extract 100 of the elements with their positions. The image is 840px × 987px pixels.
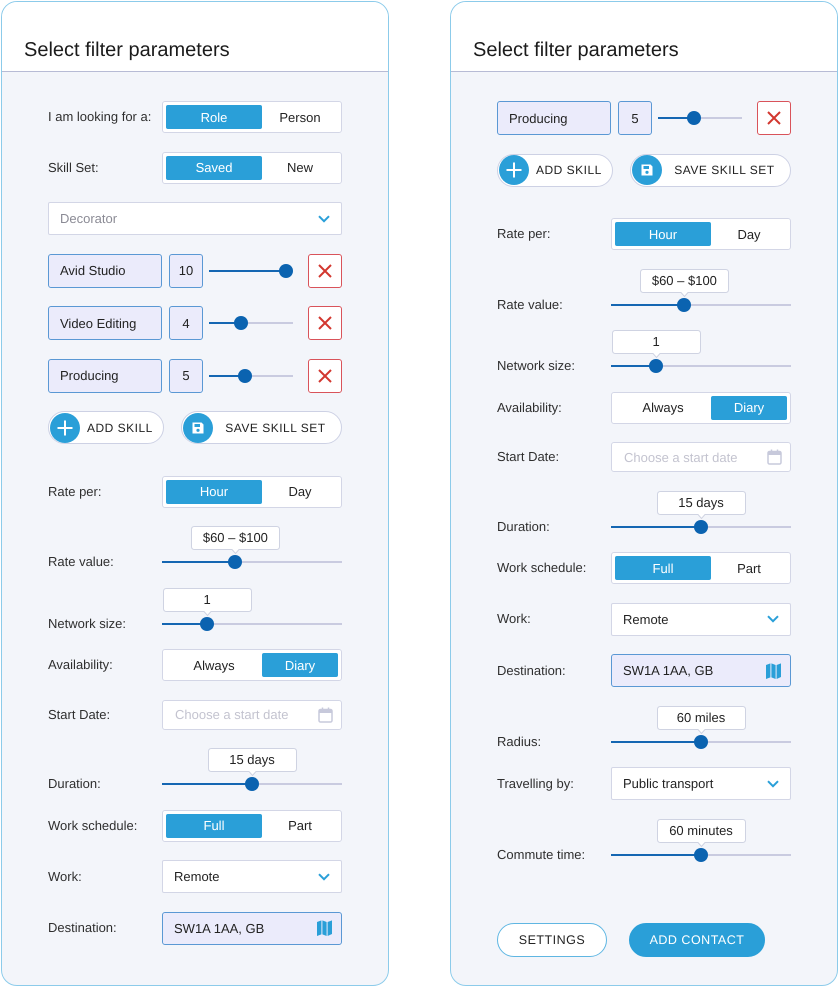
chevron-down-icon — [318, 872, 330, 880]
slider-thumb[interactable] — [687, 111, 702, 125]
slider-thumb[interactable] — [649, 359, 664, 373]
skill-level-field[interactable]: 10 — [169, 254, 203, 288]
outline-button[interactable]: SETTINGS — [497, 923, 607, 957]
map-icon — [766, 662, 781, 678]
field-label: Work: — [48, 868, 82, 884]
slider-track[interactable] — [611, 298, 791, 312]
field-label: I am looking for a: — [48, 109, 152, 125]
skill-level-field[interactable]: 4 — [169, 306, 203, 340]
slider-thumb[interactable] — [694, 734, 708, 748]
dropdown[interactable]: Remote — [162, 860, 342, 893]
slider-track[interactable] — [611, 359, 791, 373]
slider-track[interactable] — [658, 111, 742, 125]
floppy-disk-icon — [182, 412, 213, 442]
field-label: Rate value: — [497, 296, 563, 312]
slider-track[interactable] — [162, 616, 342, 630]
slider-track[interactable] — [162, 777, 342, 791]
remove-skill-button[interactable] — [308, 358, 342, 392]
location-field[interactable]: SW1A 1AA, GB — [162, 912, 342, 944]
field-label: Network size: — [497, 358, 576, 374]
add-skill-button[interactable]: ADD SKILL — [497, 154, 613, 186]
chevron-down-icon — [767, 780, 779, 788]
slider-thumb[interactable] — [238, 368, 252, 382]
field-label: Radius: — [497, 734, 542, 750]
close-icon — [318, 368, 332, 382]
slider-thumb[interactable] — [694, 520, 708, 534]
value-tooltip: 1 — [162, 588, 252, 616]
panel-title: Select filter parameters — [473, 38, 679, 62]
close-icon — [318, 316, 332, 330]
field-label: Destination: — [497, 662, 566, 678]
field-label: Rate per: — [48, 484, 102, 500]
toggle-option[interactable]: Person — [262, 105, 338, 129]
remove-skill-button[interactable] — [308, 254, 342, 288]
add-skill-button[interactable]: ADD SKILL — [48, 411, 164, 444]
field-label: Availability: — [48, 657, 113, 673]
toggle-option[interactable]: Day — [711, 222, 787, 246]
slider-thumb[interactable] — [279, 264, 293, 278]
slider-track[interactable] — [209, 264, 293, 278]
slider-track[interactable] — [209, 368, 293, 382]
skill-name-field[interactable]: Producing — [497, 101, 611, 135]
field-label: Duration: — [48, 776, 101, 792]
field-label: Skill Set: — [48, 160, 99, 176]
dropdown[interactable]: Public transport — [611, 767, 791, 800]
toggle-option[interactable]: Always — [615, 396, 711, 420]
skill-level-field[interactable]: 5 — [169, 358, 203, 392]
slider-thumb[interactable] — [677, 298, 692, 312]
slider-thumb[interactable] — [228, 555, 242, 569]
value-tooltip: 15 days — [208, 748, 296, 777]
skill-name-field[interactable]: Producing — [48, 358, 162, 392]
field-label: Network size: — [48, 616, 126, 632]
slider-track[interactable] — [611, 520, 791, 534]
value-tooltip: 60 minutes — [656, 818, 746, 848]
skill-name-field[interactable]: Avid Studio — [48, 254, 162, 288]
save-skill-set-button[interactable]: SAVE SKILL SET — [630, 154, 791, 186]
value-tooltip: 15 days — [656, 490, 746, 520]
floppy-disk-icon — [632, 155, 662, 185]
slider-track[interactable] — [611, 848, 791, 862]
dropdown[interactable]: Remote — [611, 602, 791, 636]
field-label: Work schedule: — [48, 818, 138, 834]
plus-icon — [50, 412, 80, 442]
calendar-icon — [318, 706, 333, 722]
slider-thumb[interactable] — [694, 848, 708, 862]
field-label: Start Date: — [497, 449, 560, 465]
toggle-option[interactable]: Part — [711, 556, 787, 580]
field-label: Work schedule: — [497, 560, 586, 576]
slider-thumb[interactable] — [234, 316, 248, 330]
field-label: Start Date: — [48, 706, 110, 722]
panel-title: Select filter parameters — [24, 38, 230, 62]
toggle-option[interactable]: Day — [262, 480, 338, 504]
save-skill-set-button[interactable]: SAVE SKILL SET — [180, 411, 342, 444]
toggle-option[interactable]: New — [262, 156, 338, 180]
map-icon — [317, 920, 332, 936]
field-label: Duration: — [497, 518, 550, 534]
chevron-down-icon — [318, 214, 330, 222]
toggle-option[interactable]: Part — [262, 814, 338, 838]
field-label: Availability: — [497, 400, 562, 416]
toggle-option[interactable]: Always — [166, 653, 262, 677]
date-field[interactable]: Choose a start date — [611, 442, 791, 472]
plus-icon — [499, 155, 529, 185]
slider-track[interactable] — [162, 555, 342, 569]
field-label: Rate value: — [48, 554, 114, 570]
date-field[interactable]: Choose a start date — [162, 700, 342, 730]
calendar-icon — [767, 449, 782, 465]
remove-skill-button[interactable] — [308, 306, 342, 340]
slider-track[interactable] — [209, 316, 293, 330]
field-label: Commute time: — [497, 846, 586, 862]
chevron-down-icon — [767, 615, 779, 623]
field-label: Travelling by: — [497, 776, 574, 792]
close-icon — [318, 264, 332, 278]
slider-thumb[interactable] — [245, 777, 259, 791]
value-tooltip: $60 – $100 — [190, 526, 280, 555]
skill-level-field[interactable]: 5 — [618, 101, 652, 135]
value-tooltip: 60 miles — [656, 706, 746, 734]
slider-thumb[interactable] — [200, 616, 214, 630]
location-field[interactable]: SW1A 1AA, GB — [611, 654, 791, 687]
remove-skill-button[interactable] — [757, 101, 791, 135]
skill-name-field[interactable]: Video Editing — [48, 306, 162, 340]
value-tooltip: $60 – $100 — [640, 268, 729, 298]
slider-track[interactable] — [611, 734, 791, 748]
